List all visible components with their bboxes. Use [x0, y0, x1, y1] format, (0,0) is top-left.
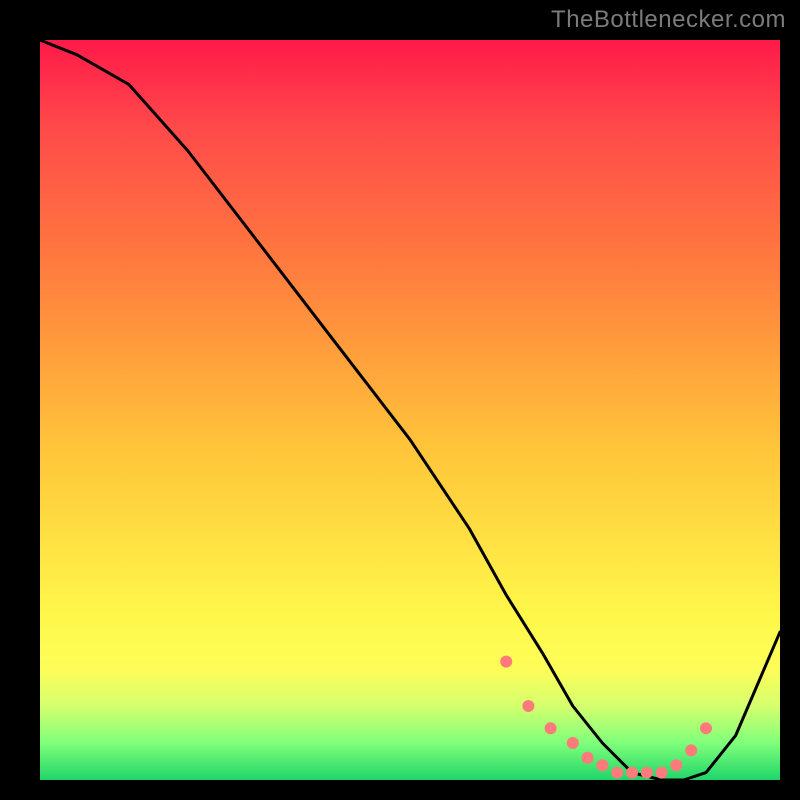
- curve-layer: [40, 40, 780, 780]
- curve-marker: [670, 759, 682, 771]
- plot-area: [40, 40, 780, 780]
- curve-marker: [700, 722, 712, 734]
- curve-marker: [611, 767, 623, 779]
- chart-frame: TheBottlenecker.com: [0, 0, 800, 800]
- curve-marker: [685, 744, 697, 756]
- curve-marker: [500, 656, 512, 668]
- curve-marker: [626, 767, 638, 779]
- curve-marker: [522, 700, 534, 712]
- watermark-text: TheBottlenecker.com: [551, 6, 786, 34]
- bottleneck-curve: [40, 40, 780, 780]
- curve-marker: [641, 767, 653, 779]
- curve-marker: [656, 767, 668, 779]
- curve-marker: [582, 752, 594, 764]
- curve-marker: [596, 759, 608, 771]
- curve-marker: [567, 737, 579, 749]
- curve-marker: [545, 722, 557, 734]
